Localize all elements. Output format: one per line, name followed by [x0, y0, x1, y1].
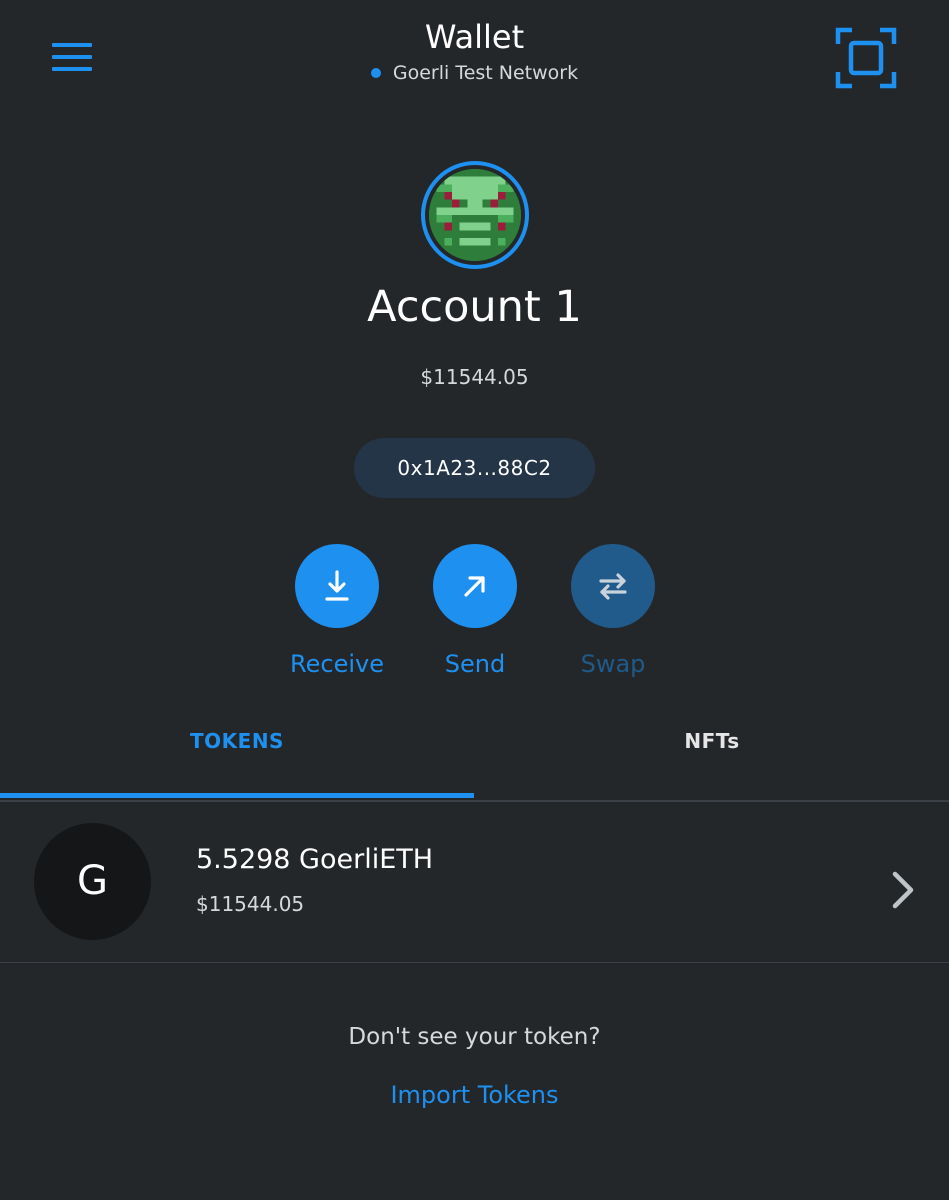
header: Wallet Goerli Test Network [0, 0, 949, 110]
tab-nfts[interactable]: NFTs [475, 700, 949, 798]
token-fiat-value: $11544.05 [196, 892, 305, 916]
token-list-item[interactable]: G 5.5298 GoerliETH $11544.05 [0, 802, 949, 963]
wallet-screen: Wallet Goerli Test Network Account 1 $11… [0, 0, 949, 1200]
account-fiat-balance: $11544.05 [420, 365, 529, 389]
identicon-image [429, 169, 521, 261]
asset-tabs: TOKENS NFTs [0, 700, 949, 802]
receive-label: Receive [290, 650, 384, 678]
token-avatar: G [34, 823, 151, 940]
qr-scan-icon[interactable] [834, 26, 898, 90]
network-selector[interactable]: Goerli Test Network [0, 62, 949, 84]
send-button[interactable]: Send [405, 544, 545, 678]
missing-token-prompt: Don't see your token? [348, 1024, 601, 1050]
swap-button[interactable]: Swap [543, 544, 683, 678]
receive-button[interactable]: Receive [267, 544, 407, 678]
active-tab-indicator [0, 793, 474, 798]
send-label: Send [444, 650, 506, 678]
import-tokens-link[interactable]: Import Tokens [0, 1081, 949, 1109]
swap-arrows-icon [571, 544, 655, 628]
page-title: Wallet [424, 18, 525, 56]
token-amount: 5.5298 GoerliETH [196, 844, 434, 875]
tab-tokens[interactable]: TOKENS [0, 700, 474, 798]
account-name[interactable]: Account 1 [0, 282, 949, 332]
account-address-button[interactable]: 0x1A23...88C2 [354, 438, 595, 498]
swap-label: Swap [580, 650, 646, 678]
send-arrow-up-right-icon [433, 544, 517, 628]
account-avatar[interactable] [421, 161, 529, 269]
network-name: Goerli Test Network [392, 62, 579, 84]
chevron-right-icon [888, 870, 918, 914]
receive-arrow-down-icon [295, 544, 379, 628]
network-status-dot [370, 67, 381, 78]
